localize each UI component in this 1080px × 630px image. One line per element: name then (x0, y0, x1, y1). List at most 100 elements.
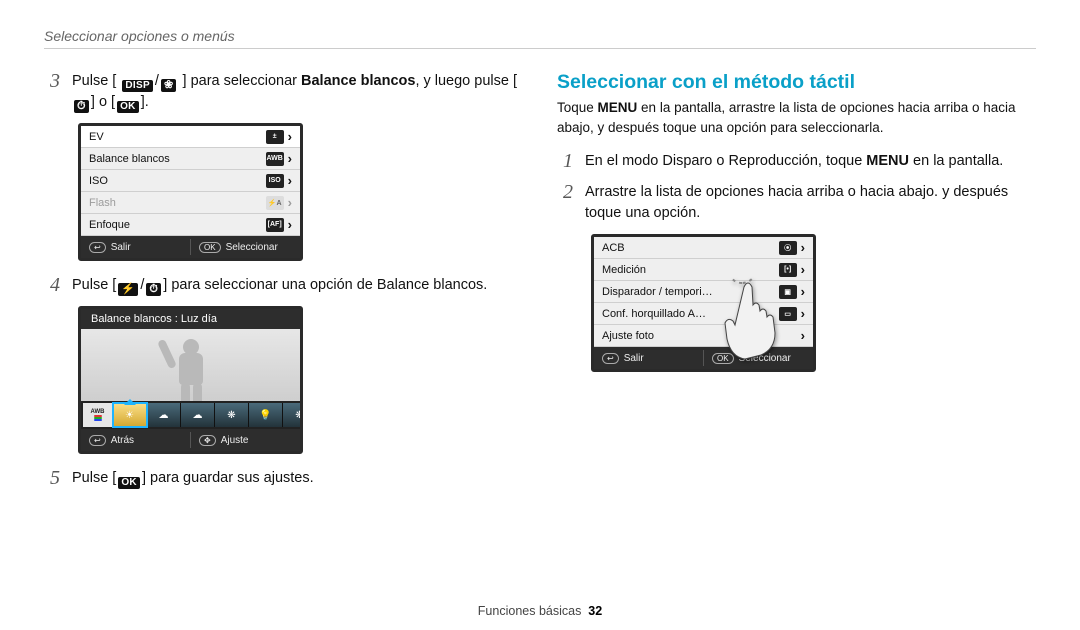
ok-icon: OK (199, 242, 221, 253)
step-text: Pulse [ DISP/❀ ] para seleccionar Balanc… (72, 71, 523, 113)
bold: Balance blancos (301, 73, 415, 89)
menu-row-drive: Disparador / tempori… ▣ › (594, 281, 813, 303)
camera-lcd-preview: Balance blancos : Luz día AWB ☀ ☁ ☁ ❋ 💡 … (78, 306, 303, 454)
run: ] para seleccionar una opción de Balance… (163, 277, 487, 293)
disp-button-icon: DISP (122, 80, 153, 92)
menu-row-iso: ISO ISO › (81, 170, 300, 192)
menu-label: Conf. horquillado A… (602, 308, 779, 320)
footer-label: Seleccionar (739, 353, 791, 364)
camera-lcd-touch-menu: ACB ⦿ › Medición [•] › Disparador / temp… (591, 234, 816, 372)
menu-row-focus: Enfoque [AF] › (81, 214, 300, 236)
lcd-footer: ↩Atrás ✥Ajuste (81, 429, 300, 451)
wb-icon-shade: ☁ (181, 403, 215, 427)
menu-label: ACB (602, 242, 779, 254)
menu-label: EV (89, 131, 266, 143)
timer-icon: ⏱ (146, 283, 161, 296)
step-num: 5 (44, 468, 60, 489)
menu-label: Ajuste foto (602, 330, 801, 342)
drive-icon: ▣ (779, 285, 797, 299)
footer-label: Ajuste (221, 435, 249, 446)
intro-text: Toque MENU en la pantalla, arrastre la l… (557, 98, 1036, 137)
lcd-title: Balance blancos : Luz día (81, 309, 300, 329)
menu-row-flash: Flash ⚡A › (81, 192, 300, 214)
breadcrumb: Seleccionar opciones o menús (44, 28, 1036, 44)
menu-label-icon: MENU (594, 100, 641, 115)
menu-label: Balance blancos (89, 153, 266, 165)
wb-icon-daylight: ☀ (113, 403, 147, 427)
slash: / (140, 277, 144, 293)
ok-button-icon: OK (118, 477, 140, 489)
metering-icon: [•] (779, 263, 797, 277)
run: Pulse [ (72, 470, 116, 486)
section-heading: Seleccionar con el método táctil (557, 71, 1036, 94)
run: ]. (141, 94, 149, 110)
page-number: 32 (588, 604, 602, 618)
menu-label: Disparador / tempori… (602, 286, 779, 298)
ev-icon: ± (266, 130, 284, 144)
menu-row-acb: ACB ⦿ › (594, 237, 813, 259)
menu-label: Enfoque (89, 219, 266, 231)
rule (44, 48, 1036, 49)
slash: / (155, 73, 159, 89)
chevron-right-icon: › (288, 151, 292, 166)
footer-label: Salir (624, 353, 644, 364)
step-num: 3 (44, 71, 60, 113)
chevron-right-icon: › (801, 262, 805, 277)
flash-icon: ⚡ (118, 283, 138, 296)
section-name: Funciones básicas (478, 604, 582, 618)
run: , y luego pulse [ (415, 73, 517, 89)
page-footer: Funciones básicas 32 (0, 604, 1080, 618)
wb-icon-awb: AWB (83, 403, 113, 427)
left-column: 3 Pulse [ DISP/❀ ] para seleccionar Bala… (44, 71, 523, 499)
focus-icon: [AF] (266, 218, 284, 232)
chevron-right-icon: › (801, 240, 805, 255)
run: Toque (557, 100, 594, 115)
run: ] para seleccionar (183, 73, 297, 89)
run: En el modo Disparo o Reproducción, toque (585, 153, 862, 169)
menu-row-bracket: Conf. horquillado A… ▭ › (594, 303, 813, 325)
step-3: 3 Pulse [ DISP/❀ ] para seleccionar Bala… (44, 71, 523, 113)
preview-viewport: AWB ☀ ☁ ☁ ❋ 💡 ❋ (81, 329, 300, 429)
chevron-right-icon: › (801, 328, 805, 343)
step-text: Arrastre la lista de opciones hacia arri… (585, 182, 1036, 224)
run: Pulse [ (72, 73, 116, 89)
wb-icon-tungsten: 💡 (249, 403, 283, 427)
step-text: Pulse [OK] para guardar sus ajustes. (72, 468, 523, 489)
timer-icon: ⏱ (74, 100, 89, 113)
run: ] o [ (91, 94, 115, 110)
footer-label: Atrás (111, 435, 134, 446)
awb-icon: AWB (266, 152, 284, 166)
chevron-right-icon: › (288, 217, 292, 232)
back-icon: ↩ (89, 435, 106, 446)
lcd-footer: ↩Salir OKSeleccionar (81, 236, 300, 258)
wb-icon-cloudy: ☁ (147, 403, 181, 427)
chevron-right-icon: › (288, 195, 292, 210)
step-num: 2 (557, 182, 573, 224)
step-2: 2 Arrastre la lista de opciones hacia ar… (557, 182, 1036, 224)
menu-row-wb: Balance blancos AWB › (81, 148, 300, 170)
bracket-icon: ▭ (779, 307, 797, 321)
ok-button-icon: OK (117, 101, 139, 113)
menu-label: Flash (89, 197, 266, 209)
menu-label-icon: MENU (862, 153, 913, 169)
chevron-right-icon: › (801, 306, 805, 321)
wb-icon-custom: ❋ (283, 403, 300, 427)
menu-row-photo-adjust: Ajuste foto › (594, 325, 813, 347)
camera-lcd-menu: EV ± › Balance blancos AWB › ISO ISO › F… (78, 123, 303, 261)
menu-row-metering: Medición [•] › (594, 259, 813, 281)
right-column: Seleccionar con el método táctil Toque M… (557, 71, 1036, 499)
run: Pulse [ (72, 277, 116, 293)
menu-row-ev: EV ± › (81, 126, 300, 148)
acb-icon: ⦿ (779, 241, 797, 255)
macro-icon: ❀ (161, 79, 177, 92)
chevron-right-icon: › (288, 129, 292, 144)
footer-label: Seleccionar (226, 242, 278, 253)
step-num: 4 (44, 275, 60, 296)
chevron-right-icon: › (288, 173, 292, 188)
run: en la pantalla. (913, 153, 1003, 169)
wb-icon-fluor: ❋ (215, 403, 249, 427)
step-5: 5 Pulse [OK] para guardar sus ajustes. (44, 468, 523, 489)
step-text: Pulse [⚡/⏱] para seleccionar una opción … (72, 275, 523, 296)
menu-label: Medición (602, 264, 779, 276)
flash-icon: ⚡A (266, 196, 284, 210)
